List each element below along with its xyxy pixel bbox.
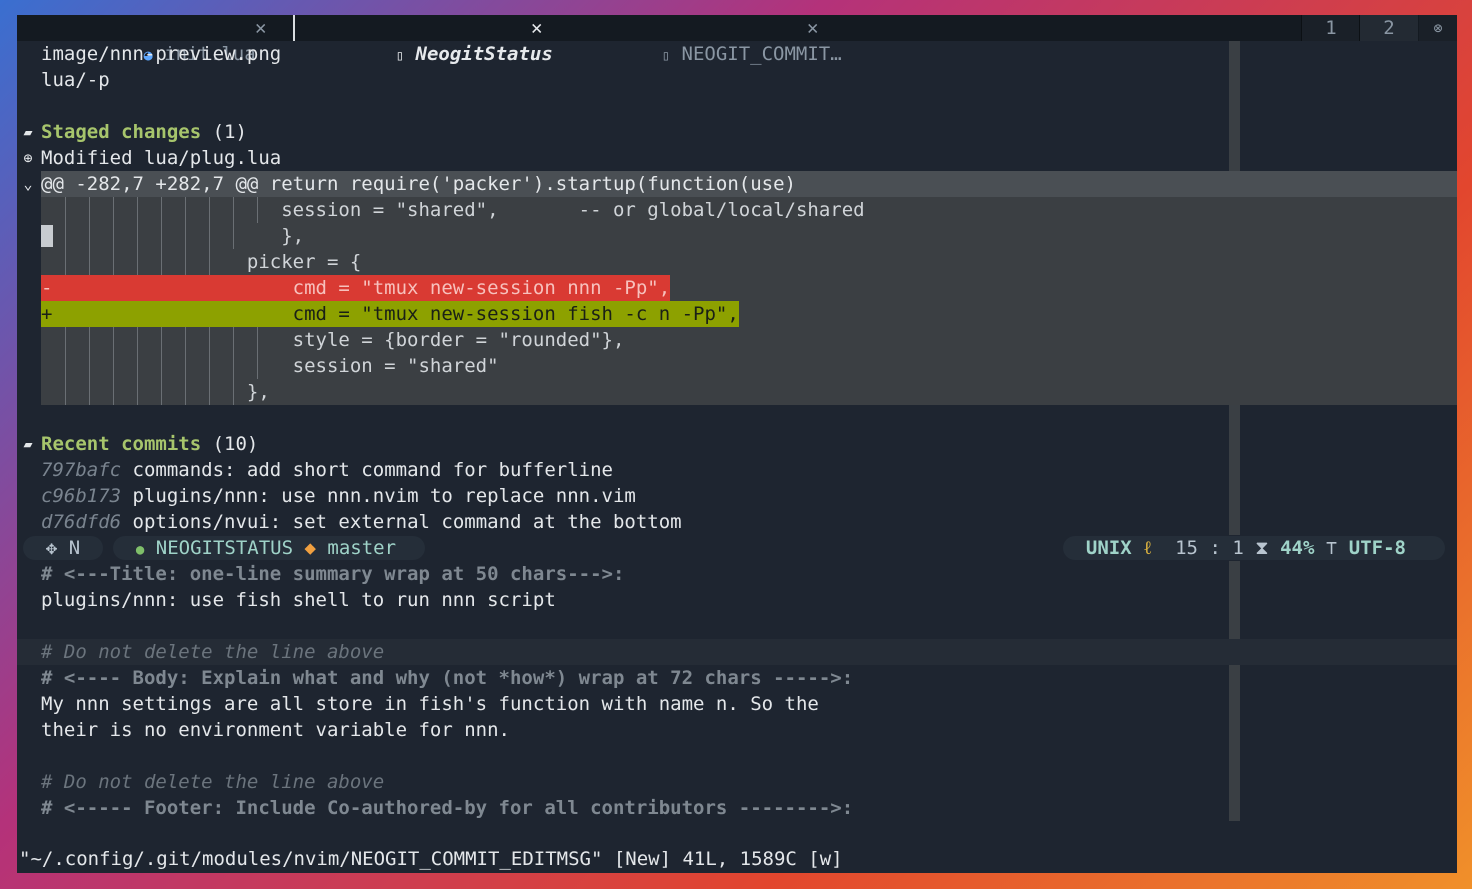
commit-msg-text: # <---Title: one-line summary wrap at 50… — [41, 563, 625, 585]
hunk-line-ctx[interactable]: session = "shared", -- or global/local/s… — [17, 197, 1457, 223]
hunk-line-add[interactable]: + cmd = "tmux new-session fish -c n -Pp"… — [17, 301, 1457, 327]
untracked-file[interactable]: image/nnn-preview.png — [17, 41, 1457, 67]
folder-open-icon: ▰ — [23, 435, 33, 453]
tab-init-lua[interactable]: ◕ init.lua ✕ — [75, 15, 285, 65]
modified-file-row[interactable]: ⊕ Modified lua/plug.lua — [17, 145, 1457, 171]
hunk-line-del[interactable]: - cmd = "tmux new-session nnn -Pp", — [17, 275, 1457, 301]
mode-pill: ✥ N — [23, 536, 103, 560]
tabline: ◕ init.lua ✕ ▯ NeogitStatus ✕ ▯ NEOGIT_C… — [17, 15, 1457, 65]
modified-icon: ⊕ — [23, 149, 33, 167]
close-icon[interactable]: ✕ — [255, 15, 266, 41]
hunk-line-text: }, — [41, 225, 305, 247]
commit-msg-text: My nnn settings are all store in fish's … — [41, 693, 819, 715]
commit-msg-line: plugins/nnn: use fish shell to run nnn s… — [17, 587, 1457, 613]
chevron-down-icon: ⌄ — [23, 175, 33, 193]
cursor — [41, 225, 53, 247]
hourglass-icon: ⧗ — [1255, 537, 1269, 559]
hunk-line-ctx[interactable]: }, — [17, 223, 1457, 249]
hunk-line-ctx[interactable]: picker = { — [17, 249, 1457, 275]
hunk-line-ctx[interactable]: style = {border = "rounded"}, — [17, 327, 1457, 353]
commit-msg-line: their is no environment variable for nnn… — [17, 717, 1457, 743]
commit-msg-line — [17, 613, 1457, 639]
commit-msg-line: # <---Title: one-line summary wrap at 50… — [17, 561, 1457, 587]
commit-msg-text: their is no environment variable for nnn… — [41, 719, 510, 741]
commit-msg-line: My nnn settings are all store in fish's … — [17, 691, 1457, 717]
commit-msg-text: plugins/nnn: use fish shell to run nnn s… — [41, 589, 556, 611]
commit-msg-text: # Do not delete the line above — [41, 641, 385, 663]
commit-msg-line — [17, 743, 1457, 769]
move-icon: ✥ — [45, 537, 58, 559]
commit-msg-line: # Do not delete the line above — [17, 769, 1457, 795]
command-line[interactable]: "~/.config/.git/modules/nvim/NEOGIT_COMM… — [17, 845, 1457, 873]
commit-msg-text: # <----- Footer: Include Co-authored-by … — [41, 797, 854, 819]
git-branch-icon: ◆ — [304, 537, 316, 559]
commit-row[interactable]: 797bafc commands: add short command for … — [17, 457, 1457, 483]
untracked-file[interactable]: lua/-p — [17, 67, 1457, 93]
tabpage-2[interactable]: 2 — [1359, 15, 1418, 41]
commit-row[interactable]: c96b173 plugins/nnn: use nnn.nvim to rep… — [17, 483, 1457, 509]
tab-separator — [293, 15, 295, 41]
position-pill: UNIX ℓ 15 : 1 ⧗ 44% ⊤ UTF-8 — [1063, 536, 1445, 560]
tabpage-1[interactable]: 1 — [1301, 15, 1360, 41]
encoding-icon: ⊤ — [1325, 537, 1338, 559]
hunk-line-text: session = "shared" — [41, 355, 499, 377]
hunk-line-text: + cmd = "tmux new-session fish -c n -Pp"… — [41, 301, 739, 327]
close-icon[interactable]: ✕ — [531, 15, 542, 41]
status-ok-icon: ● — [135, 542, 145, 558]
hunk-line-text: }, — [41, 381, 270, 403]
close-all-icon[interactable]: ⊗ — [1419, 15, 1457, 41]
hunk-line-ctx[interactable]: }, — [17, 379, 1457, 405]
nvim-window: ◕ init.lua ✕ ▯ NeogitStatus ✕ ▯ NEOGIT_C… — [17, 15, 1457, 873]
staged-section-header[interactable]: ▰ Staged changes (1) — [17, 119, 1457, 145]
hunk-line-text: session = "shared", -- or global/local/s… — [41, 199, 865, 221]
commit-msg-text: # Do not delete the line above — [41, 771, 385, 793]
line-icon: ℓ — [1143, 537, 1153, 559]
folder-open-icon: ▰ — [23, 123, 33, 141]
commit-row[interactable]: d76dfd6 options/nvui: set external comma… — [17, 509, 1457, 535]
statusline: ✥ N ● NEOGITSTATUS ◆ master UNIX ℓ 15 : … — [17, 535, 1457, 561]
commit-msg-line: # <----- Footer: Include Co-authored-by … — [17, 795, 1457, 821]
commit-msg-text: # <---- Body: Explain what and why (not … — [41, 667, 854, 689]
commit-msg-line: # <---- Body: Explain what and why (not … — [17, 665, 1457, 691]
hunk-line-text: style = {border = "rounded"}, — [41, 329, 625, 351]
hunk-line-text: - cmd = "tmux new-session nnn -Pp", — [41, 275, 671, 301]
tab-neogit-commit[interactable]: ▯ NEOGIT_COMMIT… ✕ — [593, 15, 842, 65]
close-icon[interactable]: ✕ — [807, 15, 818, 41]
file-pill: ● NEOGITSTATUS ◆ master — [113, 536, 425, 560]
hunk-line-text: picker = { — [41, 251, 362, 273]
recent-commits-header[interactable]: ▰ Recent commits (10) — [17, 431, 1457, 457]
hunk-header[interactable]: ⌄ @@ -282,7 +282,7 @@ return require('pa… — [17, 171, 1457, 197]
commit-msg-line: # Do not delete the line above — [17, 639, 1457, 665]
tab-neogitstatus[interactable]: ▯ NeogitStatus ✕ — [327, 15, 557, 65]
hunk-line-ctx[interactable]: session = "shared" — [17, 353, 1457, 379]
